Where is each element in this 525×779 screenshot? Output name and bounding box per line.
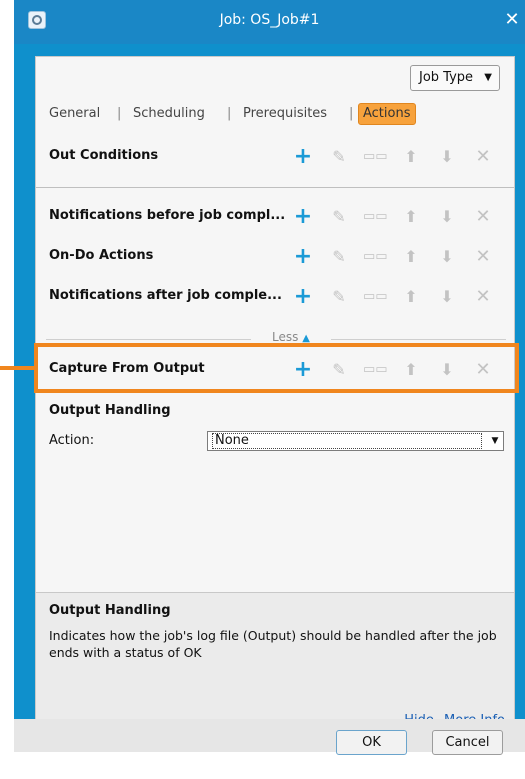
- divider: [46, 339, 251, 340]
- delete-icon[interactable]: ✕: [471, 204, 495, 230]
- window-title: Job: OS_Job#1: [219, 12, 320, 28]
- tab-general[interactable]: General: [49, 103, 100, 125]
- output-handling-title: Output Handling: [49, 403, 171, 418]
- chevron-down-icon: ▼: [484, 72, 492, 83]
- section-row-out-conditions: Out Conditions + ✎ ▭▭ ⬆ ⬇ ✕: [36, 142, 514, 172]
- move-down-icon[interactable]: ⬇: [435, 244, 459, 270]
- callout-highlight-box: [34, 343, 519, 393]
- move-up-icon[interactable]: ⬆: [399, 244, 423, 270]
- section-label: Notifications before job compl...: [49, 208, 286, 223]
- title-bar[interactable]: Job: OS_Job#1 ✕: [14, 0, 525, 44]
- delete-icon[interactable]: ✕: [471, 284, 495, 310]
- dialog-body: Job Type ▼ General | Scheduling | Prereq…: [35, 56, 515, 743]
- move-down-icon[interactable]: ⬇: [435, 144, 459, 170]
- move-up-icon[interactable]: ⬆: [399, 204, 423, 230]
- less-toggle-label[interactable]: Less ▲: [256, 330, 326, 344]
- job-type-label: Job Type: [419, 70, 474, 85]
- action-select[interactable]: None ▼: [207, 431, 504, 451]
- help-title: Output Handling: [49, 603, 171, 618]
- move-down-icon[interactable]: ⬇: [435, 284, 459, 310]
- tab-separator: |: [227, 106, 232, 121]
- help-description: Indicates how the job's log file (Output…: [49, 628, 497, 660]
- edit-icon[interactable]: ✎: [327, 144, 351, 170]
- copy-icon[interactable]: ▭▭: [363, 284, 388, 310]
- tab-actions[interactable]: Actions: [358, 103, 416, 125]
- job-type-button[interactable]: Job Type ▼: [410, 65, 500, 91]
- add-icon[interactable]: +: [291, 144, 315, 170]
- add-icon[interactable]: +: [291, 284, 315, 310]
- delete-icon[interactable]: ✕: [471, 244, 495, 270]
- chevron-down-icon: ▼: [491, 436, 499, 446]
- dialog-footer: OK Cancel: [14, 719, 525, 755]
- tab-prerequisites[interactable]: Prerequisites: [243, 103, 327, 125]
- tab-scheduling[interactable]: Scheduling: [133, 103, 205, 125]
- delete-icon[interactable]: ✕: [471, 144, 495, 170]
- section-label: Notifications after job comple...: [49, 288, 282, 303]
- copy-icon[interactable]: ▭▭: [363, 144, 388, 170]
- action-label: Action:: [49, 433, 95, 448]
- cancel-button[interactable]: Cancel: [432, 730, 503, 755]
- move-down-icon[interactable]: ⬇: [435, 204, 459, 230]
- copy-icon[interactable]: ▭▭: [363, 204, 388, 230]
- tab-separator: |: [117, 106, 122, 121]
- move-up-icon[interactable]: ⬆: [399, 284, 423, 310]
- copy-icon[interactable]: ▭▭: [363, 244, 388, 270]
- edit-icon[interactable]: ✎: [327, 204, 351, 230]
- divider: [331, 339, 506, 340]
- ok-button[interactable]: OK: [336, 730, 407, 755]
- add-icon[interactable]: +: [291, 204, 315, 230]
- action-select-value: None: [212, 433, 482, 449]
- edit-icon[interactable]: ✎: [327, 284, 351, 310]
- section-row-on-do-actions: On-Do Actions + ✎ ▭▭ ⬆ ⬇ ✕: [36, 242, 514, 272]
- section-label: Out Conditions: [49, 148, 159, 163]
- tab-separator: |: [349, 106, 354, 121]
- section-label: On-Do Actions: [49, 248, 154, 263]
- section-row-notifications-before: Notifications before job compl... + ✎ ▭▭…: [36, 202, 514, 232]
- add-icon[interactable]: +: [291, 244, 315, 270]
- section-row-notifications-after: Notifications after job comple... + ✎ ▭▭…: [36, 282, 514, 312]
- divider: [36, 187, 514, 188]
- less-label: Less: [272, 330, 299, 344]
- close-icon[interactable]: ✕: [503, 10, 521, 30]
- callout-connector: [0, 366, 34, 370]
- edit-icon[interactable]: ✎: [327, 244, 351, 270]
- move-up-icon[interactable]: ⬆: [399, 144, 423, 170]
